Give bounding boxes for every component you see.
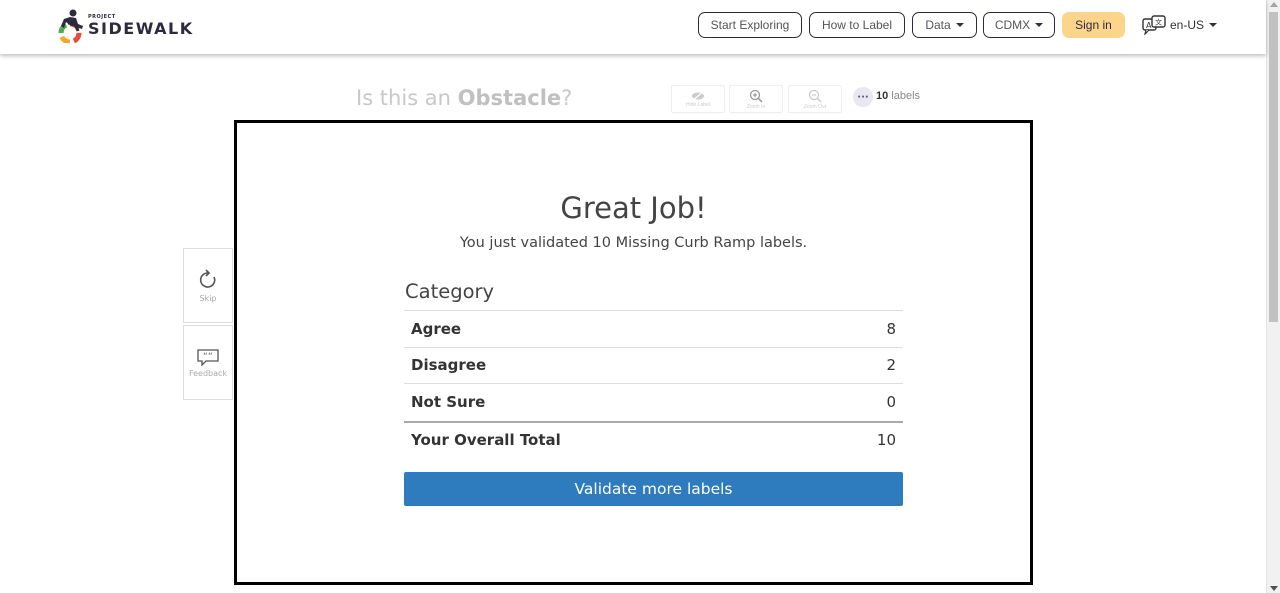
page-scrollbar[interactable] — [1266, 0, 1280, 593]
zoom-out-text: Zoom Out — [803, 103, 827, 110]
row-value: 2 — [886, 356, 896, 375]
data-dropdown-label: Data — [925, 18, 951, 32]
labels-count-word: labels — [891, 90, 921, 102]
eye-slash-icon — [692, 91, 704, 100]
table-total-row: Your Overall Total 10 — [404, 420, 903, 457]
scroll-thumb[interactable] — [1269, 12, 1278, 322]
caret-down-icon — [955, 23, 964, 27]
zoom-in-icon — [749, 89, 763, 103]
modal-subtitle: You just validated 10 Missing Curb Ramp … — [459, 235, 808, 251]
more-options-icon[interactable]: ··· — [853, 87, 873, 107]
svg-text:文: 文 — [1155, 18, 1162, 27]
row-value: 8 — [886, 319, 896, 338]
language-icon: A 文 — [1142, 15, 1166, 35]
zoom-in-text: Zoom In — [746, 103, 766, 110]
city-dropdown[interactable]: CDMX — [983, 12, 1055, 38]
skip-button[interactable]: Skip — [183, 248, 233, 323]
feedback-label: Feedback — [188, 368, 228, 378]
labels-count-number: 10 — [876, 90, 889, 102]
results-table: Category Agree 8 Disagree 2 Not Sure 0 Y… — [404, 278, 903, 457]
svg-text:“: “ — [203, 352, 208, 362]
total-value: 10 — [876, 430, 896, 449]
skip-label: Skip — [199, 293, 217, 303]
row-value: 0 — [886, 393, 896, 412]
row-name: Not Sure — [411, 393, 486, 412]
hide-label-text: Hide Label — [686, 101, 710, 108]
question-suffix: ? — [561, 86, 573, 110]
caret-down-icon — [1209, 23, 1218, 27]
row-name: Disagree — [411, 356, 487, 375]
table-row: Not Sure 0 — [404, 384, 903, 421]
start-exploring-button[interactable]: Start Exploring — [698, 12, 802, 38]
project-sidewalk-logo[interactable]: PROJECT SIDEWALK — [56, 8, 194, 45]
row-name: Agree — [411, 319, 462, 338]
caret-down-icon — [1035, 23, 1044, 27]
city-dropdown-label: CDMX — [994, 18, 1031, 32]
svg-text:A: A — [1146, 21, 1152, 30]
top-navbar: PROJECT SIDEWALK Start Exploring How to … — [0, 0, 1266, 54]
sign-in-button[interactable]: Sign in — [1062, 12, 1125, 38]
refresh-icon — [199, 268, 216, 288]
svg-text:“: “ — [208, 352, 213, 362]
table-header-category: Category — [404, 278, 903, 311]
speech-bubble-quote-icon: “ “ — [197, 348, 219, 366]
question-label-type: Obstacle — [457, 86, 562, 110]
mission-complete-modal: Great Job! You just validated 10 Missing… — [234, 120, 1033, 585]
modal-title: Great Job! — [560, 191, 707, 225]
question-prefix: Is this an — [356, 86, 458, 110]
language-dropdown[interactable]: A 文 en-US — [1142, 14, 1218, 36]
validation-question: Is this an Obstacle? — [356, 86, 572, 110]
scroll-down-arrow-icon[interactable] — [1270, 586, 1278, 591]
zoom-in-button[interactable]: Zoom In — [729, 85, 783, 113]
zoom-out-button[interactable]: Zoom Out — [788, 85, 842, 113]
table-row: Agree 8 — [404, 311, 903, 348]
scroll-up-arrow-icon[interactable] — [1270, 2, 1278, 7]
hide-label-button[interactable]: Hide Label — [671, 85, 725, 113]
labels-counter: 10 labels — [876, 90, 920, 102]
zoom-out-icon — [808, 89, 822, 103]
logo-big-text: SIDEWALK — [88, 19, 194, 38]
table-row: Disagree 2 — [404, 348, 903, 384]
wheelchair-logo-icon — [56, 9, 86, 45]
language-label: en-US — [1170, 18, 1205, 32]
validate-more-labels-button[interactable]: Validate more labels — [404, 472, 903, 506]
total-name: Your Overall Total — [411, 430, 561, 449]
data-dropdown[interactable]: Data — [912, 12, 977, 38]
how-to-label-button[interactable]: How to Label — [809, 12, 905, 38]
feedback-button[interactable]: “ “ Feedback — [183, 325, 233, 400]
